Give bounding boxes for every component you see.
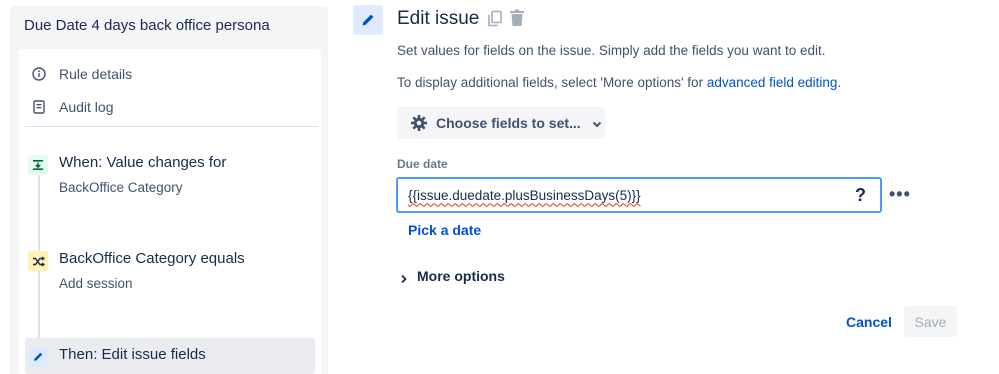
step-title: When: Value changes for: [59, 154, 227, 171]
chevron-down-icon: [591, 117, 603, 129]
document-icon: [31, 99, 47, 115]
description-suffix: .: [837, 75, 842, 90]
edit-issue-icon: [353, 5, 383, 35]
description-prefix: To display additional fields, select 'Mo…: [397, 75, 707, 90]
step-title: BackOffice Category equals: [59, 250, 245, 267]
menu-item-audit-log[interactable]: Audit log: [31, 95, 113, 119]
pencil-icon: [28, 347, 48, 367]
menu-item-label: Rule details: [59, 66, 133, 82]
menu-item-label: Audit log: [59, 99, 114, 115]
rule-title: Due Date 4 days back office persona: [24, 17, 270, 34]
step-action-selected[interactable]: Then: Edit issue fields: [25, 338, 315, 374]
description-text: Set values for fields on the issue. Simp…: [397, 43, 826, 58]
choose-fields-label: Choose fields to set...: [436, 115, 581, 131]
advanced-field-editing-link[interactable]: advanced field editing: [707, 75, 838, 90]
description-text-advanced: To display additional fields, select 'Mo…: [397, 75, 841, 90]
cancel-button[interactable]: Cancel: [839, 307, 899, 337]
step-condition[interactable]: BackOffice Category equals Add session: [19, 243, 321, 303]
step-trigger[interactable]: When: Value changes for BackOffice Categ…: [19, 146, 321, 206]
chevron-right-icon: [399, 271, 409, 284]
more-options-toggle[interactable]: More options: [399, 268, 505, 284]
step-title: Then: Edit issue fields: [59, 346, 206, 363]
choose-fields-button[interactable]: Choose fields to set...: [397, 107, 605, 139]
trash-icon[interactable]: [509, 9, 525, 27]
due-date-input[interactable]: {{issue.duedate.plusBusinessDays(5)}}: [396, 177, 882, 213]
pick-a-date-link[interactable]: Pick a date: [408, 222, 481, 238]
due-date-label: Due date: [397, 157, 448, 171]
gear-icon: [410, 114, 428, 132]
rule-sidebar: Due Date 4 days back office persona Rule…: [10, 6, 328, 374]
info-icon: [31, 66, 47, 82]
shuffle-icon: [28, 251, 48, 271]
trigger-icon: [28, 155, 48, 175]
save-button[interactable]: Save: [904, 306, 957, 337]
step-subtitle: BackOffice Category: [59, 180, 183, 195]
copy-icon[interactable]: [487, 10, 503, 28]
rule-components-card: Rule details Audit log When: Value chang…: [19, 49, 321, 374]
help-icon[interactable]: ?: [855, 185, 866, 206]
step-subtitle: Add session: [59, 276, 133, 291]
panel-title: Edit issue: [397, 8, 480, 29]
due-date-value: {{issue.duedate.plusBusinessDays(5)}}: [408, 187, 641, 203]
menu-item-rule-details[interactable]: Rule details: [31, 62, 132, 86]
more-actions-icon[interactable]: •••: [889, 185, 911, 203]
divider: [25, 126, 318, 127]
more-options-label: More options: [417, 268, 505, 284]
